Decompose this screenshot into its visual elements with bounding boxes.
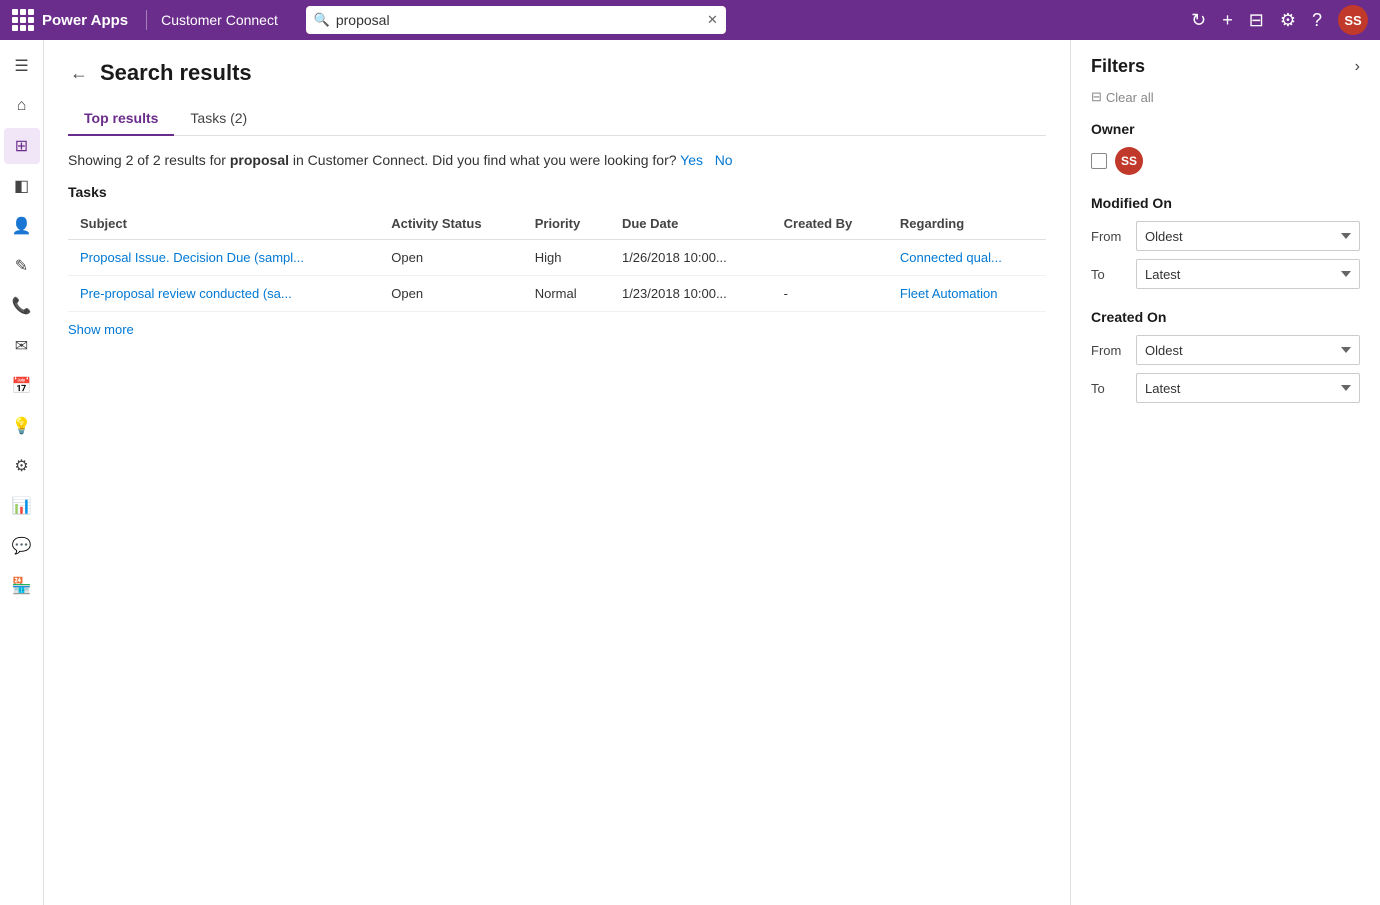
app-env: Customer Connect	[161, 12, 278, 28]
results-table: Subject Activity Status Priority Due Dat…	[68, 208, 1046, 312]
cell-due-date: 1/26/2018 10:00...	[610, 240, 772, 276]
modified-from-label: From	[1091, 229, 1126, 244]
cell-created-by	[772, 240, 888, 276]
filter-header: Filters ›	[1091, 56, 1360, 77]
col-priority: Priority	[523, 208, 610, 240]
modified-on-label: Modified On	[1091, 195, 1360, 211]
sidebar-item-calendar[interactable]: 📅	[4, 368, 40, 404]
created-from-label: From	[1091, 343, 1126, 358]
filter-panel: Filters › ⊟ Clear all Owner SS Modified …	[1070, 40, 1380, 905]
filter-title: Filters	[1091, 56, 1145, 77]
owner-checkbox[interactable]	[1091, 153, 1107, 169]
sidebar-item-dashboard[interactable]: ⊞	[4, 128, 40, 164]
help-icon[interactable]: ?	[1312, 10, 1322, 31]
filter-icon[interactable]: ⊟	[1249, 10, 1264, 31]
sidebar-item-store[interactable]: 🏪	[4, 568, 40, 604]
cell-priority: Normal	[523, 276, 610, 312]
refresh-icon[interactable]: ↻	[1191, 10, 1206, 31]
col-created-by: Created By	[772, 208, 888, 240]
subject-link[interactable]: Pre-proposal review conducted (sa...	[80, 286, 292, 301]
filter-chevron-icon[interactable]: ›	[1355, 58, 1360, 76]
topbar-divider	[146, 10, 147, 30]
col-due-date: Due Date	[610, 208, 772, 240]
app-name: Power Apps	[42, 12, 128, 29]
search-results-header: ← Search results	[68, 60, 1046, 86]
sidebar-item-home[interactable]: ⌂	[4, 88, 40, 124]
modified-to-label: To	[1091, 267, 1126, 282]
tab-top-results[interactable]: Top results	[68, 102, 174, 136]
owner-row: SS	[1091, 147, 1360, 175]
search-keyword: proposal	[230, 152, 289, 168]
sidebar-item-groups[interactable]: ⚙	[4, 448, 40, 484]
clear-all-label: Clear all	[1106, 90, 1154, 105]
sidebar-item-reports[interactable]: 📊	[4, 488, 40, 524]
content-area: ← Search results Top results Tasks (2) S…	[44, 40, 1070, 905]
search-bar: 🔍 ✕	[306, 6, 726, 34]
cell-priority: High	[523, 240, 610, 276]
modified-from-row: From Oldest Latest	[1091, 221, 1360, 251]
yes-link[interactable]: Yes	[680, 152, 703, 168]
created-on-section: Created On From Oldest Latest To Oldest …	[1091, 309, 1360, 403]
no-link[interactable]: No	[715, 152, 733, 168]
sidebar-item-records[interactable]: ◧	[4, 168, 40, 204]
tabs-bar: Top results Tasks (2)	[68, 102, 1046, 136]
col-activity-status: Activity Status	[379, 208, 522, 240]
subject-link[interactable]: Proposal Issue. Decision Due (sampl...	[80, 250, 304, 265]
sidebar: ☰ ⌂ ⊞ ◧ 👤 ✎ 📞 ✉ 📅 💡 ⚙ 📊 💬 🏪	[0, 40, 44, 905]
cell-subject: Proposal Issue. Decision Due (sampl...	[68, 240, 379, 276]
table-row: Proposal Issue. Decision Due (sampl... Op…	[68, 240, 1046, 276]
cell-regarding: Connected qual...	[888, 240, 1046, 276]
modified-to-select[interactable]: Oldest Latest	[1136, 259, 1360, 289]
search-icon: 🔍	[314, 12, 330, 28]
sidebar-item-ideas[interactable]: 💡	[4, 408, 40, 444]
sidebar-item-phone[interactable]: 📞	[4, 288, 40, 324]
cell-status: Open	[379, 240, 522, 276]
user-avatar[interactable]: SS	[1338, 5, 1368, 35]
col-subject: Subject	[68, 208, 379, 240]
main-layout: ☰ ⌂ ⊞ ◧ 👤 ✎ 📞 ✉ 📅 💡 ⚙ 📊 💬 🏪 ← Search res…	[0, 40, 1380, 905]
clear-all-button[interactable]: ⊟ Clear all	[1091, 89, 1360, 105]
regarding-link[interactable]: Connected qual...	[900, 250, 1002, 265]
created-to-select[interactable]: Oldest Latest	[1136, 373, 1360, 403]
col-regarding: Regarding	[888, 208, 1046, 240]
owner-label: Owner	[1091, 121, 1360, 137]
created-to-label: To	[1091, 381, 1126, 396]
cell-status: Open	[379, 276, 522, 312]
created-on-label: Created On	[1091, 309, 1360, 325]
page-title: Search results	[100, 60, 252, 86]
show-more-link[interactable]: Show more	[68, 322, 134, 337]
modified-on-section: Modified On From Oldest Latest To Oldest…	[1091, 195, 1360, 289]
sidebar-item-tasks[interactable]: ✎	[4, 248, 40, 284]
topbar-right: ↻ + ⊟ ⚙ ? SS	[1191, 5, 1368, 35]
cell-due-date: 1/23/2018 10:00...	[610, 276, 772, 312]
search-input[interactable]	[306, 6, 726, 34]
filter-clear-icon: ⊟	[1091, 89, 1102, 105]
add-icon[interactable]: +	[1222, 10, 1233, 31]
tasks-section-label: Tasks	[68, 184, 1046, 200]
sidebar-item-chat[interactable]: 💬	[4, 528, 40, 564]
apps-grid-icon[interactable]	[12, 9, 34, 31]
modified-to-row: To Oldest Latest	[1091, 259, 1360, 289]
created-to-row: To Oldest Latest	[1091, 373, 1360, 403]
modified-from-select[interactable]: Oldest Latest	[1136, 221, 1360, 251]
topbar: Power Apps Customer Connect 🔍 ✕ ↻ + ⊟ ⚙ …	[0, 0, 1380, 40]
sidebar-item-menu[interactable]: ☰	[4, 48, 40, 84]
back-button[interactable]: ←	[68, 61, 90, 86]
tab-tasks[interactable]: Tasks (2)	[174, 102, 263, 136]
created-from-select[interactable]: Oldest Latest	[1136, 335, 1360, 365]
cell-regarding: Fleet Automation	[888, 276, 1046, 312]
sidebar-item-email[interactable]: ✉	[4, 328, 40, 364]
owner-avatar[interactable]: SS	[1115, 147, 1143, 175]
table-row: Pre-proposal review conducted (sa... Open…	[68, 276, 1046, 312]
results-summary: Showing 2 of 2 results for proposal in C…	[68, 152, 1046, 168]
created-from-row: From Oldest Latest	[1091, 335, 1360, 365]
clear-search-icon[interactable]: ✕	[707, 12, 718, 28]
settings-icon[interactable]: ⚙	[1280, 10, 1296, 31]
regarding-link[interactable]: Fleet Automation	[900, 286, 998, 301]
cell-subject: Pre-proposal review conducted (sa...	[68, 276, 379, 312]
sidebar-item-contacts[interactable]: 👤	[4, 208, 40, 244]
cell-created-by: -	[772, 276, 888, 312]
